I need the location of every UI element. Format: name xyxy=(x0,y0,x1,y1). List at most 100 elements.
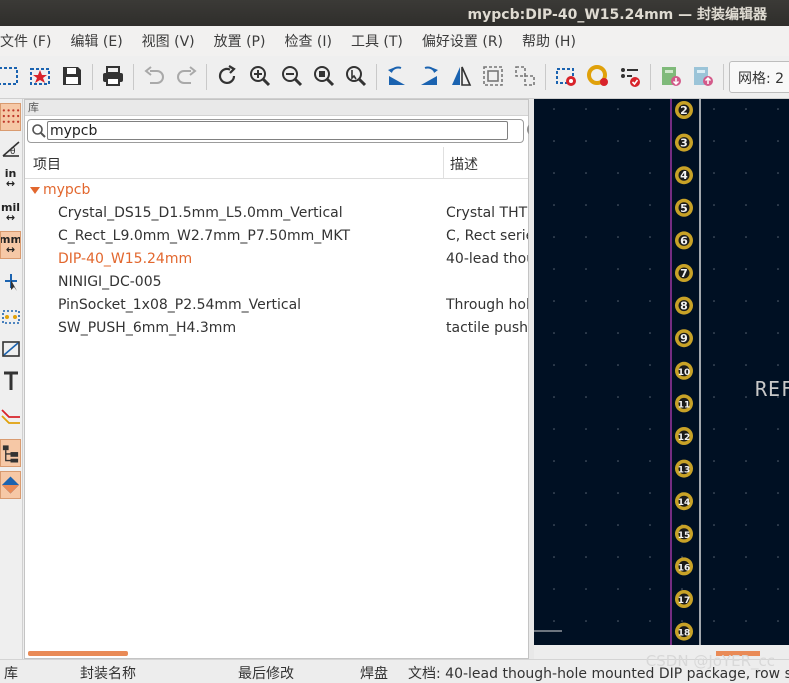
highlight-net-icon[interactable] xyxy=(0,401,21,429)
layers-manager-icon[interactable] xyxy=(0,439,21,467)
status-pads: 焊盘 xyxy=(360,666,388,682)
cursor-icon[interactable] xyxy=(0,267,21,295)
pad-number: 14 xyxy=(678,498,691,508)
footprint-row[interactable]: PinSocket_1x08_P2.54mm_Vertical Through … xyxy=(25,294,528,317)
menu-place[interactable]: 放置 (P) xyxy=(209,31,271,51)
redo-icon[interactable] xyxy=(173,62,201,90)
menu-inspect[interactable]: 检查 (I) xyxy=(279,31,337,51)
zoom-fit-icon[interactable] xyxy=(310,62,338,90)
pcb-drawing[interactable]: 2 3 4 5 6 7 8 9 10 11 12 13 14 15 16 17 18 xyxy=(534,99,789,645)
library-node-mypcb[interactable]: mypcb xyxy=(25,179,528,202)
menu-view[interactable]: 视图 (V) xyxy=(137,31,200,51)
menu-edit[interactable]: 编辑 (E) xyxy=(65,31,127,51)
pad-18[interactable]: 18 xyxy=(675,622,693,641)
footprint-row[interactable]: NINIGI_DC-005 xyxy=(25,271,528,294)
print-icon[interactable] xyxy=(99,62,127,90)
left-toolbar: θ in ↔ mil ↔ mm ↔ xyxy=(0,99,23,659)
menu-preferences[interactable]: 偏好设置 (R) xyxy=(417,31,508,51)
watermark: CSDN @JoYER_cc xyxy=(645,652,775,670)
pad-13[interactable]: 13 xyxy=(675,459,693,478)
footprint-name: DIP-40_W15.24mm xyxy=(58,251,193,267)
units-inch-label: in xyxy=(4,167,17,180)
new-footprint-icon[interactable] xyxy=(0,62,22,90)
pad-number: 4 xyxy=(680,169,688,182)
load-from-board-icon[interactable] xyxy=(657,62,685,90)
units-mm-label: mm xyxy=(0,233,21,246)
appearance-panel-icon[interactable] xyxy=(0,471,21,499)
units-mil[interactable]: mil ↔ xyxy=(0,199,21,227)
text-sketch-icon[interactable] xyxy=(0,367,21,395)
pad-12[interactable]: 12 xyxy=(675,427,693,445)
library-search-input[interactable] xyxy=(47,121,508,140)
show-graphics-sketch-icon[interactable] xyxy=(0,335,21,363)
pad-17[interactable]: 17 xyxy=(675,590,693,608)
rotate-ccw-icon[interactable] xyxy=(383,62,411,90)
insert-into-board-icon[interactable] xyxy=(689,62,717,90)
pad-2[interactable]: 2 xyxy=(675,101,693,119)
pad-3[interactable]: 3 xyxy=(675,133,693,152)
undo-icon[interactable] xyxy=(140,62,168,90)
menu-tools[interactable]: 工具 (T) xyxy=(346,31,408,51)
pad-number: 11 xyxy=(678,400,691,410)
column-header-description[interactable]: 描述 xyxy=(450,154,478,174)
footprint-row-selected[interactable]: DIP-40_W15.24mm 40-lead thou xyxy=(25,248,528,271)
units-mm[interactable]: mm ↔ xyxy=(0,231,21,259)
footprint-description: C, Rect serie xyxy=(446,228,528,244)
pad-settings-icon[interactable] xyxy=(584,62,612,90)
search-icon xyxy=(32,124,46,138)
group-icon[interactable] xyxy=(479,62,507,90)
footprint-properties-icon[interactable] xyxy=(552,62,580,90)
grid-select[interactable]: 网格: 2 xyxy=(729,61,789,93)
pad-9[interactable]: 9 xyxy=(675,329,693,348)
units-inch[interactable]: in ↔ xyxy=(0,165,21,193)
pad-5[interactable]: 5 xyxy=(675,198,693,217)
footprint-name: C_Rect_L9.0mm_W2.7mm_P7.50mm_MKT xyxy=(58,228,351,244)
main-toolbar xyxy=(0,56,789,99)
ungroup-icon[interactable] xyxy=(511,62,539,90)
checker-icon[interactable] xyxy=(616,62,644,90)
pad-4[interactable]: 4 xyxy=(675,166,693,185)
pad-8[interactable]: 8 xyxy=(675,296,693,315)
rotate-cw-icon[interactable] xyxy=(415,62,443,90)
ref-designator[interactable]: REF xyxy=(755,377,789,401)
zoom-out-icon[interactable] xyxy=(278,62,306,90)
library-horizontal-scrollbar[interactable] xyxy=(28,651,128,656)
footprint-name: NINIGI_DC-005 xyxy=(58,274,162,290)
polar-coords-icon[interactable]: θ xyxy=(0,135,21,163)
pad-number: 2 xyxy=(680,104,688,117)
pad-number: 15 xyxy=(678,531,691,541)
units-mil-label: mil xyxy=(0,201,20,214)
pad-6[interactable]: 6 xyxy=(675,231,693,250)
create-footprint-icon[interactable] xyxy=(26,62,54,90)
refresh-icon[interactable] xyxy=(213,62,241,90)
save-icon[interactable] xyxy=(58,62,86,90)
pad-11[interactable]: 11 xyxy=(675,394,693,413)
pad-7[interactable]: 7 xyxy=(675,264,693,282)
column-header-item[interactable]: 项目 xyxy=(33,154,61,174)
footprint-description: 40-lead thou xyxy=(446,251,528,267)
show-pads-sketch-icon[interactable] xyxy=(0,303,21,331)
zoom-selection-icon[interactable] xyxy=(342,62,370,90)
pad-15[interactable]: 15 xyxy=(675,524,693,543)
footprint-row[interactable]: C_Rect_L9.0mm_W2.7mm_P7.50mm_MKT C, Rect… xyxy=(25,225,528,248)
footprint-row[interactable]: SW_PUSH_6mm_H4.3mm tactile push xyxy=(25,317,528,340)
library-search-box xyxy=(27,119,541,143)
menu-file[interactable]: 文件 (F) xyxy=(0,31,56,51)
status-lib: 库 xyxy=(4,666,18,682)
pad-14[interactable]: 14 xyxy=(675,492,693,511)
pad-10[interactable]: 10 xyxy=(675,361,693,380)
footprint-row[interactable]: Crystal_DS15_D1.5mm_L5.0mm_Vertical Crys… xyxy=(25,202,528,225)
footprint-name: PinSocket_1x08_P2.54mm_Vertical xyxy=(58,297,302,313)
zoom-in-icon[interactable] xyxy=(246,62,274,90)
menu-help[interactable]: 帮助 (H) xyxy=(517,31,581,51)
status-footprint-name: 封装名称 xyxy=(80,666,136,682)
library-panel: 库 项目 描述 mypcb Crystal_DS15_D1.5mm_L5.0mm… xyxy=(24,99,541,659)
pad-number: 18 xyxy=(678,629,691,639)
footprint-description: tactile push xyxy=(446,320,528,336)
mirror-icon[interactable] xyxy=(447,62,475,90)
expand-arrow-icon[interactable] xyxy=(30,187,40,194)
pad-number: 12 xyxy=(678,433,691,443)
grid-toggle-icon[interactable] xyxy=(0,103,21,131)
footprint-canvas[interactable]: 2 3 4 5 6 7 8 9 10 11 12 13 14 15 16 17 18 REF xyxy=(534,99,789,645)
pad-16[interactable]: 16 xyxy=(675,557,693,576)
